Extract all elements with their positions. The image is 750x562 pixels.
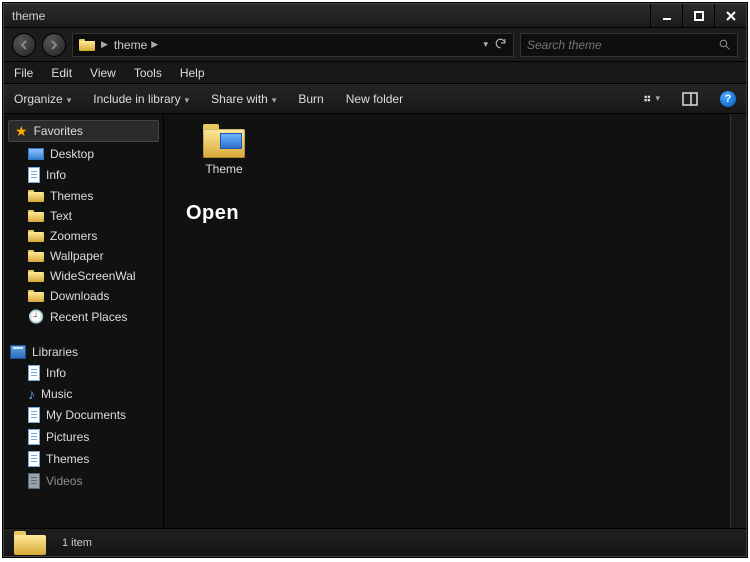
menu-view[interactable]: View (90, 66, 116, 80)
sidebar-item-label: Text (50, 209, 72, 223)
sidebar-item-label: Pictures (46, 430, 89, 444)
search-icon (718, 38, 731, 51)
context-menu-open[interactable]: Open (186, 202, 239, 225)
minimize-button[interactable] (650, 4, 682, 27)
document-icon (28, 451, 40, 467)
forward-button[interactable] (42, 33, 66, 57)
breadcrumb-label: theme (114, 38, 147, 52)
folder-icon (28, 270, 44, 282)
explorer-body: ★ Favorites Desktop Info Themes Text Zoo… (4, 114, 746, 528)
folder-icon (28, 190, 44, 202)
navigation-pane[interactable]: ★ Favorites Desktop Info Themes Text Zoo… (4, 114, 164, 528)
sidebar-item-label: Downloads (50, 289, 109, 303)
vertical-scrollbar[interactable] (730, 114, 746, 528)
favorites-header[interactable]: ★ Favorites (8, 120, 159, 142)
maximize-button[interactable] (682, 4, 714, 27)
sidebar-item-label: Themes (50, 189, 93, 203)
breadcrumb-segment[interactable]: theme ▶ (114, 38, 158, 52)
document-icon (28, 473, 40, 489)
sidebar-item-label: WideScreenWal (50, 269, 136, 283)
document-icon (28, 167, 40, 183)
folder-icon (28, 230, 44, 242)
sidebar-item-wallpaper[interactable]: Wallpaper (4, 246, 163, 266)
document-icon (28, 407, 40, 423)
folder-icon (79, 39, 95, 51)
desktop-icon (28, 148, 44, 160)
organize-button[interactable]: Organize (14, 92, 71, 106)
sidebar-item-lib-info[interactable]: Info (4, 362, 163, 384)
sidebar-item-recent-places[interactable]: 🕘 Recent Places (4, 306, 163, 328)
sidebar-item-label: Info (46, 366, 66, 380)
sidebar-item-lib-themes[interactable]: Themes (4, 448, 163, 470)
folder-item-theme[interactable]: Theme (184, 124, 264, 176)
menu-bar: File Edit View Tools Help (4, 62, 746, 84)
star-icon: ★ (15, 124, 28, 138)
sidebar-item-desktop[interactable]: Desktop (4, 144, 163, 164)
sidebar-item-widescreenwal[interactable]: WideScreenWal (4, 266, 163, 286)
sidebar-item-label: My Documents (46, 408, 126, 422)
share-with-button[interactable]: Share with (211, 92, 276, 106)
sidebar-item-label: Recent Places (50, 310, 127, 324)
sidebar-item-themes[interactable]: Themes (4, 186, 163, 206)
sidebar-item-zoomers[interactable]: Zoomers (4, 226, 163, 246)
folder-icon (28, 210, 44, 222)
sidebar-item-text[interactable]: Text (4, 206, 163, 226)
refresh-icon[interactable] (494, 37, 507, 53)
sidebar-item-lib-music[interactable]: ♪ Music (4, 384, 163, 404)
downloads-icon (28, 290, 44, 302)
navigation-bar: ▶ theme ▶ ▾ (4, 28, 746, 62)
explorer-window: theme ▶ theme ▶ (3, 3, 747, 557)
document-icon (28, 365, 40, 381)
window-controls (650, 4, 746, 27)
sidebar-item-info[interactable]: Info (4, 164, 163, 186)
new-folder-button[interactable]: New folder (346, 92, 403, 106)
sidebar-item-label: Desktop (50, 147, 94, 161)
sidebar-item-lib-pictures[interactable]: Pictures (4, 426, 163, 448)
title-bar: theme (4, 4, 746, 28)
sidebar-item-lib-videos[interactable]: Videos (4, 470, 163, 492)
menu-tools[interactable]: Tools (134, 66, 162, 80)
status-item-count: 1 item (62, 537, 92, 549)
document-icon (28, 429, 40, 445)
sidebar-item-lib-mydocs[interactable]: My Documents (4, 404, 163, 426)
history-dropdown-icon[interactable]: ▾ (483, 39, 488, 50)
sidebar-item-label: Videos (46, 474, 82, 488)
search-input[interactable] (527, 38, 718, 52)
sidebar-item-label: Wallpaper (50, 249, 104, 263)
back-button[interactable] (12, 33, 36, 57)
sidebar-item-label: Themes (46, 452, 89, 466)
menu-help[interactable]: Help (180, 66, 205, 80)
command-bar: Organize Include in library Share with B… (4, 84, 746, 114)
view-options-button[interactable] (644, 91, 660, 107)
menu-edit[interactable]: Edit (51, 66, 72, 80)
music-icon: ♪ (28, 387, 35, 401)
libraries-label: Libraries (32, 345, 78, 359)
close-button[interactable] (714, 4, 746, 27)
content-pane[interactable]: Theme Open (164, 114, 746, 528)
help-button[interactable]: ? (720, 91, 736, 107)
recent-icon: 🕘 (28, 309, 44, 325)
chevron-right-icon: ▶ (101, 39, 108, 50)
favorites-label: Favorites (34, 124, 83, 138)
folder-icon (203, 124, 245, 158)
sidebar-item-downloads[interactable]: Downloads (4, 286, 163, 306)
window-title: theme (12, 9, 650, 23)
chevron-right-icon[interactable]: ▶ (151, 39, 158, 50)
search-box[interactable] (520, 33, 738, 57)
folder-icon (28, 250, 44, 262)
address-bar[interactable]: ▶ theme ▶ ▾ (72, 33, 514, 57)
menu-file[interactable]: File (14, 66, 33, 80)
folder-icon (14, 531, 46, 555)
status-bar: 1 item (4, 528, 746, 556)
folder-item-label: Theme (184, 162, 264, 176)
include-library-button[interactable]: Include in library (93, 92, 189, 106)
preview-pane-button[interactable] (682, 91, 698, 107)
libraries-icon (10, 345, 26, 359)
libraries-header[interactable]: Libraries (4, 342, 163, 362)
sidebar-item-label: Zoomers (50, 229, 97, 243)
burn-button[interactable]: Burn (298, 92, 323, 106)
sidebar-item-label: Music (41, 387, 72, 401)
sidebar-item-label: Info (46, 168, 66, 182)
